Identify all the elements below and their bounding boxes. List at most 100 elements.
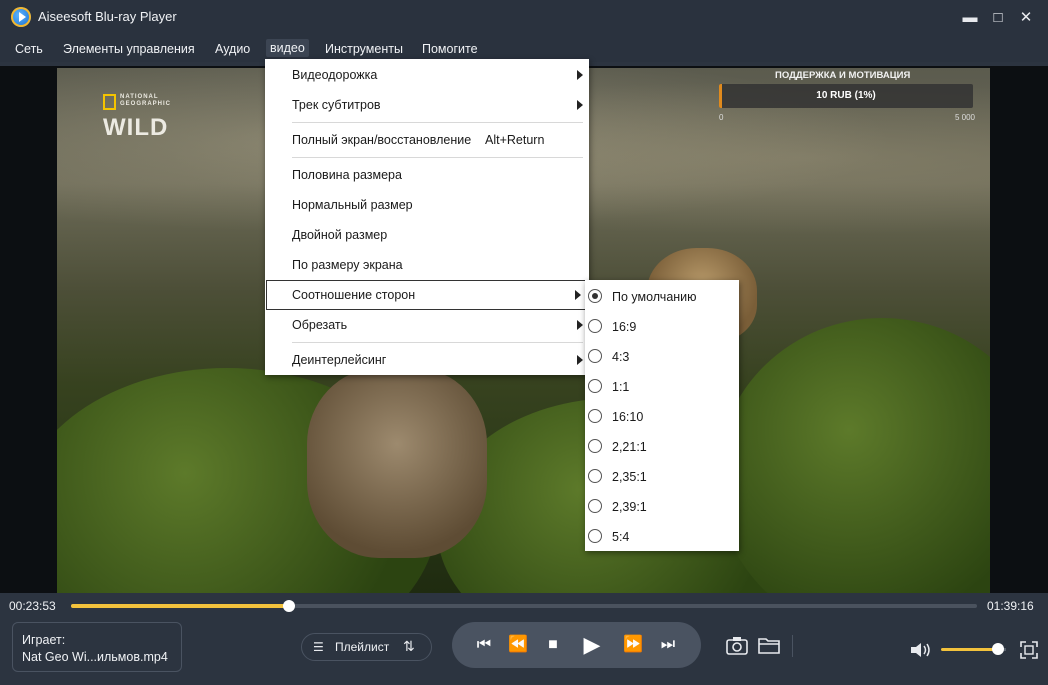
volume-icon[interactable]	[909, 640, 933, 660]
donation-max: 5 000	[954, 113, 975, 122]
aspect-option-label: 5:4	[612, 530, 630, 544]
close-button[interactable]: ✕	[1017, 9, 1035, 27]
aspect-option-label: 2,35:1	[612, 470, 647, 484]
volume-thumb[interactable]	[992, 643, 1004, 655]
radio-selected-icon	[588, 289, 602, 303]
menu-item-label: Деинтерлейсинг	[292, 353, 387, 367]
aspect-option-label: 2,39:1	[612, 500, 647, 514]
skip-next-icon[interactable]: ⏭	[656, 633, 680, 657]
menu-item-label: Трек субтитров	[292, 98, 381, 112]
menu-item-deinterlace[interactable]: Деинтерлейсинг	[265, 345, 589, 375]
video-cheetah-body	[307, 368, 487, 558]
aspect-option-label: 4:3	[612, 350, 630, 364]
menu-item-subtitle-track[interactable]: Трек субтитров	[265, 90, 589, 120]
skip-previous-icon[interactable]: ⏮	[472, 633, 496, 657]
fast-forward-icon[interactable]: ⏩	[621, 633, 645, 657]
donation-widget: ПОДДЕРЖКА И МОТИВАЦИЯ 10 RUB (1%) 0 5 00…	[717, 68, 977, 128]
menu-item-video-track[interactable]: Видеодорожка	[265, 60, 589, 90]
sort-icon[interactable]: ⇅	[403, 638, 415, 655]
radio-icon	[588, 499, 602, 513]
menu-item-label: Нормальный размер	[292, 198, 413, 212]
channel-logo: NATIONAL GEOGRAPHIC WILD	[103, 94, 172, 142]
now-playing-label: Играет:	[22, 633, 66, 647]
menu-help[interactable]: Помогите	[422, 42, 478, 56]
app-logo-icon	[11, 7, 31, 27]
menu-item-normal-size[interactable]: Нормальный размер	[265, 190, 589, 220]
rewind-icon[interactable]: ⏪	[506, 633, 530, 657]
fullscreen-icon[interactable]	[1019, 640, 1039, 660]
radio-icon	[588, 469, 602, 483]
donation-min: 0	[719, 113, 724, 122]
menu-item-label: Видеодорожка	[292, 68, 378, 82]
aspect-option-default[interactable]: По умолчанию	[585, 281, 739, 311]
aspect-option-4-3[interactable]: 4:3	[585, 341, 739, 371]
volume-slider[interactable]	[941, 648, 998, 651]
video-dropdown-menu: Видеодорожка Трек субтитров Полный экран…	[265, 59, 589, 375]
playlist-button[interactable]: ☰ Плейлист ⇅	[301, 633, 432, 661]
channel-logo-small: NATIONAL GEOGRAPHIC	[120, 94, 172, 107]
menu-item-aspect-ratio[interactable]: Соотношение сторон	[266, 280, 587, 310]
menu-item-fit-screen[interactable]: По размеру экрана	[265, 250, 589, 280]
playlist-label: Плейлист	[335, 640, 390, 654]
radio-icon	[588, 409, 602, 423]
menu-tools[interactable]: Инструменты	[325, 42, 403, 56]
donation-value: 10 RUB (1%)	[816, 90, 876, 101]
menu-item-crop[interactable]: Обрезать	[265, 310, 589, 340]
menu-item-label: По размеру экрана	[292, 258, 403, 272]
aspect-option-2-21-1[interactable]: 2,21:1	[585, 431, 739, 461]
menu-item-label: Двойной размер	[292, 228, 388, 242]
menu-item-double-size[interactable]: Двойной размер	[265, 220, 589, 250]
title-bar: Aiseesoft Blu-ray Player ▬ □ ✕	[0, 0, 1048, 36]
menu-item-half-size[interactable]: Половина размера	[265, 160, 589, 190]
submenu-arrow-icon	[577, 320, 583, 330]
submenu-arrow-icon	[575, 290, 581, 300]
aspect-option-1-1[interactable]: 1:1	[585, 371, 739, 401]
list-icon: ☰	[313, 640, 324, 654]
maximize-button[interactable]: □	[989, 9, 1007, 27]
menu-item-fullscreen[interactable]: Полный экран/восстановление Alt+Return	[265, 125, 589, 155]
donation-title: ПОДДЕРЖКА И МОТИВАЦИЯ	[775, 70, 911, 81]
menu-item-label: Обрезать	[292, 318, 348, 332]
aspect-option-label: По умолчанию	[612, 290, 697, 304]
aspect-option-2-35-1[interactable]: 2,35:1	[585, 461, 739, 491]
transport-controls: ⏮ ⏪ ■ ▶ ⏩ ⏭	[452, 622, 701, 668]
menu-item-label: Половина размера	[292, 168, 402, 182]
seek-bar-thumb[interactable]	[283, 600, 296, 612]
aspect-option-5-4[interactable]: 5:4	[585, 521, 739, 551]
aspect-option-16-10[interactable]: 16:10	[585, 401, 739, 431]
seek-bar[interactable]	[71, 600, 977, 612]
window-title: Aiseesoft Blu-ray Player	[38, 9, 177, 24]
menu-controls[interactable]: Элементы управления	[63, 42, 195, 56]
submenu-arrow-icon	[577, 100, 583, 110]
video-bush	[717, 318, 990, 593]
submenu-arrow-icon	[577, 355, 583, 365]
menu-item-shortcut: Alt+Return	[485, 133, 545, 147]
seek-bar-fill	[71, 604, 290, 608]
radio-icon	[588, 319, 602, 333]
current-time: 00:23:53	[9, 599, 56, 613]
natgeo-frame-icon	[103, 94, 116, 110]
aspect-option-16-9[interactable]: 16:9	[585, 311, 739, 341]
controls-divider	[792, 635, 793, 657]
aspect-option-label: 2,21:1	[612, 440, 647, 454]
radio-icon	[588, 349, 602, 363]
radio-icon	[588, 439, 602, 453]
menu-separator	[292, 157, 583, 158]
aspect-option-label: 16:10	[612, 410, 644, 424]
play-icon[interactable]: ▶	[580, 633, 604, 657]
menu-separator	[292, 342, 583, 343]
menu-separator	[292, 122, 583, 123]
now-playing-box: Играет: Nat Geo Wi...ильмов.mp4	[12, 622, 182, 672]
stop-icon[interactable]: ■	[541, 633, 565, 657]
menu-audio[interactable]: Аудио	[215, 42, 250, 56]
total-time: 01:39:16	[987, 599, 1034, 613]
folder-icon[interactable]	[758, 636, 780, 656]
menu-network[interactable]: Сеть	[15, 42, 43, 56]
camera-icon[interactable]	[726, 636, 748, 656]
aspect-option-label: 16:9	[612, 320, 637, 334]
now-playing-file: Nat Geo Wi...ильмов.mp4	[22, 650, 168, 664]
menu-item-label: Соотношение сторон	[292, 288, 416, 302]
aspect-option-2-39-1[interactable]: 2,39:1	[585, 491, 739, 521]
minimize-button[interactable]: ▬	[961, 9, 979, 27]
menu-video[interactable]: видео	[266, 39, 309, 57]
